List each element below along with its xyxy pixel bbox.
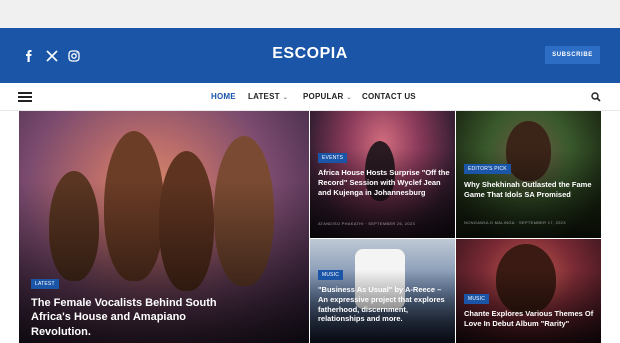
article-title[interactable]: Africa House Hosts Surprise "Off the Rec… — [318, 168, 450, 197]
chevron-down-icon: ⌄ — [282, 95, 288, 101]
main-nav: HOME LATEST ⌄ POPULAR ⌄ CONTACT US — [0, 83, 620, 111]
article-card[interactable]: EDITOR'S PICK Why Shekhinah Outlasted th… — [456, 111, 601, 238]
article-meta: ATANDISO PHAKATHI · SEPTEMBER 26, 2023 — [318, 221, 415, 226]
site-header: ESCOPIA SUBSCRIBE — [0, 28, 620, 83]
category-badge[interactable]: MUSIC — [318, 270, 344, 280]
article-title[interactable]: Chante Explores Various Themes Of Love I… — [464, 309, 596, 329]
nav-item-contact[interactable]: CONTACT US — [362, 92, 416, 101]
search-icon[interactable] — [591, 92, 601, 102]
nav-item-home[interactable]: HOME — [211, 92, 236, 101]
article-card[interactable]: MUSIC Chante Explores Various Themes Of … — [456, 239, 601, 343]
category-badge[interactable]: EDITOR'S PICK — [464, 164, 511, 174]
featured-article-card[interactable]: LATEST The Female Vocalists Behind South… — [19, 111, 309, 343]
category-badge[interactable]: EVENTS — [318, 153, 348, 163]
instagram-icon[interactable] — [67, 49, 81, 63]
chevron-down-icon: ⌄ — [346, 95, 352, 101]
facebook-icon[interactable] — [22, 49, 36, 63]
nav-item-latest[interactable]: LATEST ⌄ — [248, 92, 288, 101]
nav-item-popular[interactable]: POPULAR ⌄ — [303, 92, 352, 101]
article-title[interactable]: Why Shekhinah Outlasted the Fame Game Th… — [464, 180, 596, 200]
category-badge[interactable]: MUSIC — [464, 294, 490, 304]
subscribe-button[interactable]: SUBSCRIBE — [545, 46, 600, 64]
article-title[interactable]: The Female Vocalists Behind South Africa… — [31, 296, 231, 339]
menu-icon[interactable] — [18, 92, 32, 102]
site-logo[interactable]: ESCOPIA — [240, 45, 380, 63]
top-strip — [0, 0, 620, 28]
x-twitter-icon[interactable] — [45, 49, 59, 63]
article-card[interactable]: EVENTS Africa House Hosts Surprise "Off … — [310, 111, 455, 238]
category-badge[interactable]: LATEST — [31, 279, 59, 289]
article-meta: NONGAWULO MALINGA · SEPTEMBER 17, 2023 — [464, 220, 566, 225]
article-title[interactable]: "Business As Usual" by A-Reece – An expr… — [318, 285, 450, 324]
article-card[interactable]: MUSIC "Business As Usual" by A-Reece – A… — [310, 239, 455, 343]
